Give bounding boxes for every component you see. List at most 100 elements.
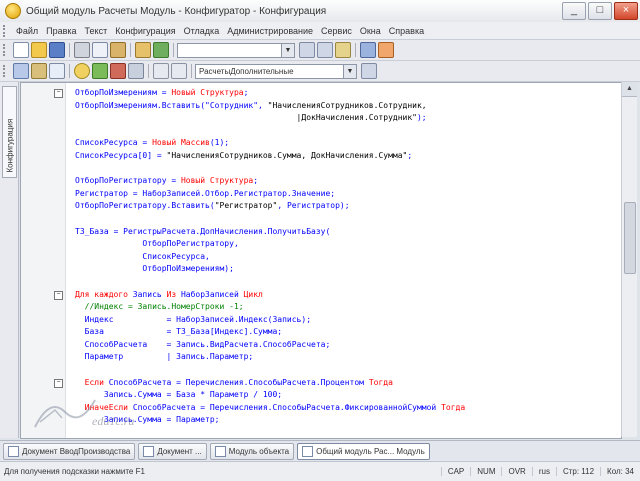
vertical-scrollbar[interactable]: ▲ [621, 82, 637, 437]
open-icon[interactable] [31, 42, 47, 58]
module-icon[interactable] [153, 63, 169, 79]
cut-icon[interactable] [74, 42, 90, 58]
code-line[interactable]: Параметр | Запись.Параметр; [75, 351, 617, 364]
window-tab[interactable]: Общий модуль Рас... Модуль [297, 442, 430, 460]
replace-icon[interactable] [317, 42, 333, 58]
debug-icon[interactable] [74, 63, 90, 79]
toolbar-grip-icon[interactable] [3, 65, 8, 77]
code-token: (1); [209, 138, 230, 148]
window-tab[interactable]: Модуль объекта [209, 442, 295, 460]
undo-icon[interactable] [135, 42, 151, 58]
collapse-marker-icon[interactable]: − [54, 378, 63, 388]
code-token: Новый Структура [180, 176, 254, 186]
config-icon[interactable] [13, 63, 29, 79]
code-token: "Регистратор" [214, 201, 278, 211]
code-line[interactable] [75, 364, 617, 377]
code-line[interactable]: ОтборПоРегистратору, [75, 238, 617, 251]
code-line[interactable] [75, 213, 617, 226]
code-line[interactable] [75, 276, 617, 289]
collapse-marker-icon[interactable]: − [54, 89, 63, 98]
procedure-icon[interactable] [171, 63, 187, 79]
menu-configuration[interactable]: Конфигурация [111, 26, 179, 36]
menu-text[interactable]: Текст [81, 26, 112, 36]
code-line[interactable] [75, 125, 617, 138]
paste-icon[interactable] [110, 42, 126, 58]
code-line[interactable]: Регистратор = НаборЗаписей.Отбор.Регистр… [75, 188, 617, 201]
code-token: Новый Массив [152, 138, 210, 148]
chevron-down-icon[interactable]: ▼ [343, 64, 356, 78]
code-line[interactable]: ОтборПоИзмерениям.Вставить("Сотрудник", … [75, 100, 617, 113]
standard-toolbar: ▼ [0, 40, 640, 61]
window-tab[interactable]: Документ ВводПроизводства [3, 442, 136, 460]
window-title: Общий модуль Расчеты Модуль - Конфигурат… [26, 5, 327, 17]
close-button[interactable]: × [614, 2, 638, 20]
code-line[interactable]: СписокРесурса, [75, 251, 617, 264]
code-token: ОтборПоИзмерениям); [75, 264, 234, 274]
toolbar-grip-icon[interactable] [3, 44, 8, 56]
syntax-helper-icon[interactable] [378, 42, 394, 58]
find-icon[interactable] [299, 42, 315, 58]
code-token: СписокРесурса, [75, 251, 210, 261]
line-indicator: Стр: 112 [555, 467, 600, 476]
menu-file[interactable]: Файл [12, 26, 42, 36]
code-line[interactable]: ОтборПоИзмерениям); [75, 263, 617, 276]
window-tab[interactable]: Документ ... [138, 442, 207, 460]
step-icon[interactable] [128, 63, 144, 79]
code-line[interactable]: ОтборПоРегистратору = Новый Структура; [75, 175, 617, 188]
code-token: Параметр | Запись.Параметр; [75, 352, 254, 362]
chevron-down-icon[interactable]: ▼ [281, 43, 294, 57]
maximize-button[interactable]: □ [588, 2, 612, 20]
watermark: edu1c.ru [30, 392, 160, 432]
menu-help[interactable]: Справка [385, 26, 428, 36]
scroll-up-icon[interactable]: ▲ [622, 82, 637, 97]
code-line[interactable]: СпособРасчета = Запись.ВидРасчета.Способ… [75, 339, 617, 352]
window-icon[interactable] [49, 63, 65, 79]
redo-icon[interactable] [153, 42, 169, 58]
help-icon[interactable] [360, 42, 376, 58]
navigate-icon[interactable] [361, 63, 377, 79]
code-token: "НачисленияСотрудников.Сумма, ДокНачисле… [166, 150, 408, 160]
procedure-combo[interactable]: РасчетыДополнительные ▼ [195, 63, 357, 79]
code-line[interactable]: |ДокНачисления.Сотрудник"); [75, 112, 617, 125]
code-text[interactable]: ОтборПоИзмерениям = Новый Структура; Отбо… [75, 87, 617, 427]
start-icon[interactable] [92, 63, 108, 79]
menu-grip-icon[interactable] [3, 24, 8, 37]
code-line[interactable]: СписокРесурса[0] = "НачисленияСотруднико… [75, 150, 617, 163]
code-line[interactable]: ОтборПоИзмерениям = Новый Структура; [75, 87, 617, 100]
new-icon[interactable] [13, 42, 29, 58]
tab-configuration[interactable]: Конфигурация [2, 86, 17, 178]
db-icon[interactable] [31, 63, 47, 79]
code-token: ОтборПоРегистратору, [75, 239, 239, 249]
num-indicator: NUM [470, 467, 501, 476]
code-line[interactable]: Если СпособРасчета = Перечисления.Способ… [75, 377, 617, 390]
code-line[interactable]: База = ТЗ_База[Индекс].Сумма; [75, 326, 617, 339]
menu-edit[interactable]: Правка [42, 26, 80, 36]
menu-service[interactable]: Сервис [317, 26, 356, 36]
copy-icon[interactable] [92, 42, 108, 58]
document-icon [302, 445, 314, 457]
menu-debug[interactable]: Отладка [180, 26, 224, 36]
search-combo[interactable]: ▼ [177, 42, 295, 58]
menu-administration[interactable]: Администрирование [223, 26, 317, 36]
save-icon[interactable] [49, 42, 65, 58]
code-token: СпособРасчета = Перечисления.СпособыРасч… [128, 402, 442, 412]
collapse-marker-icon[interactable]: − [54, 290, 63, 300]
code-line[interactable]: СписокРесурса = Новый Массив(1); [75, 137, 617, 150]
window-tab-label: Модуль объекта [228, 446, 290, 456]
minimize-button[interactable]: _ [562, 2, 586, 20]
code-line[interactable] [75, 163, 617, 176]
configuration-toolbar: РасчетыДополнительные ▼ [0, 61, 640, 82]
code-line[interactable]: //Индекс = Запись.НомерСтроки -1; [75, 301, 617, 314]
menu-windows[interactable]: Окна [356, 26, 385, 36]
code-line[interactable]: ТЗ_База = РегистрыРасчета.ДопНачисления.… [75, 226, 617, 239]
code-line[interactable]: ОтборПоРегистратору.Вставить("Регистрато… [75, 200, 617, 213]
code-line[interactable]: Для каждого Запись Из НаборЗаписей Цикл [75, 289, 617, 302]
stop-icon[interactable] [110, 63, 126, 79]
app-icon [5, 3, 21, 19]
code-editor[interactable]: ОтборПоИзмерениям = Новый Структура; Отбо… [20, 82, 622, 439]
scroll-thumb[interactable] [624, 202, 636, 274]
code-line[interactable]: Индекс = НаборЗаписей.Индекс(Запись); [75, 314, 617, 327]
code-token: ); [416, 113, 427, 123]
find-next-icon[interactable] [335, 42, 351, 58]
